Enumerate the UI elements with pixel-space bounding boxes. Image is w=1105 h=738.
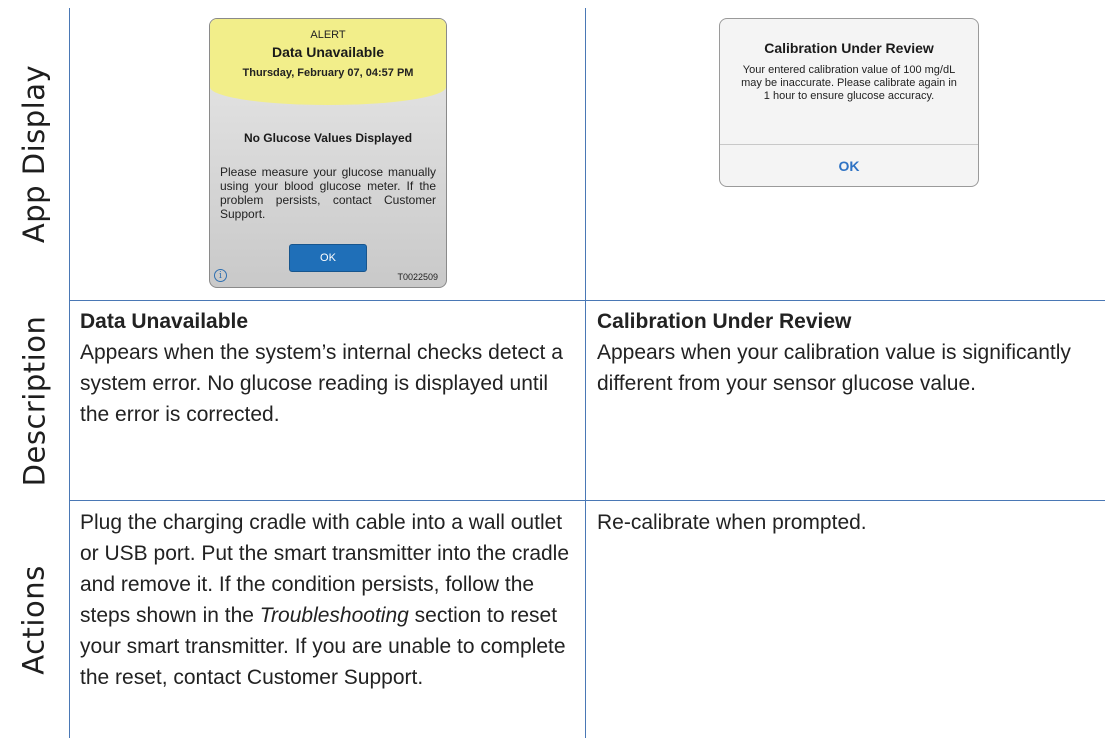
dialog-ok-button[interactable]: OK	[720, 145, 978, 186]
alert-kicker: ALERT	[310, 29, 346, 41]
alert-banner: ALERT Data Unavailable Thursday, Februar…	[210, 19, 446, 105]
description-left-body: Appears when the system’s internal check…	[80, 341, 563, 426]
description-left-title: Data Unavailable	[80, 310, 249, 333]
row-divider-2	[69, 500, 1105, 501]
alert-ok-button[interactable]: OK	[289, 244, 367, 272]
info-icon[interactable]: i	[214, 269, 227, 282]
description-right-body: Appears when your calibration value is s…	[597, 341, 1071, 395]
alert-date: Thursday, February 07, 04:57 PM	[242, 67, 414, 79]
actions-left: Plug the charging cradle with cable into…	[80, 507, 578, 693]
alert-subtitle: No Glucose Values Displayed	[243, 131, 413, 145]
row-header-actions-label: Actions	[17, 564, 51, 675]
dialog-title: Calibration Under Review	[764, 40, 934, 56]
description-right-title: Calibration Under Review	[597, 310, 852, 333]
column-divider-middle	[585, 8, 586, 738]
troubleshooting-reference: Troubleshooting	[259, 604, 409, 627]
calibration-review-dialog: Calibration Under Review Your entered ca…	[719, 18, 979, 187]
dialog-message: Your entered calibration value of 100 mg…	[741, 64, 957, 102]
row-header-description: Description	[0, 301, 68, 500]
data-unavailable-alert-screen: ALERT Data Unavailable Thursday, Februar…	[209, 18, 447, 288]
description-right: Calibration Under Review Appears when yo…	[597, 306, 1097, 399]
row-header-app-display: App Display	[0, 8, 68, 300]
actions-right-text: Re-calibrate when prompted.	[597, 511, 867, 534]
alert-code: T0022509	[397, 272, 438, 282]
alert-title: Data Unavailable	[271, 44, 385, 60]
row-header-app-display-label: App Display	[17, 64, 51, 244]
row-divider-1	[69, 300, 1105, 301]
row-header-description-label: Description	[17, 315, 52, 486]
actions-right: Re-calibrate when prompted.	[597, 507, 1097, 538]
row-header-actions: Actions	[0, 501, 68, 738]
column-divider-left	[69, 8, 70, 738]
alert-message: Please measure your glucose manually usi…	[220, 165, 436, 221]
description-left: Data Unavailable Appears when the system…	[80, 306, 578, 430]
